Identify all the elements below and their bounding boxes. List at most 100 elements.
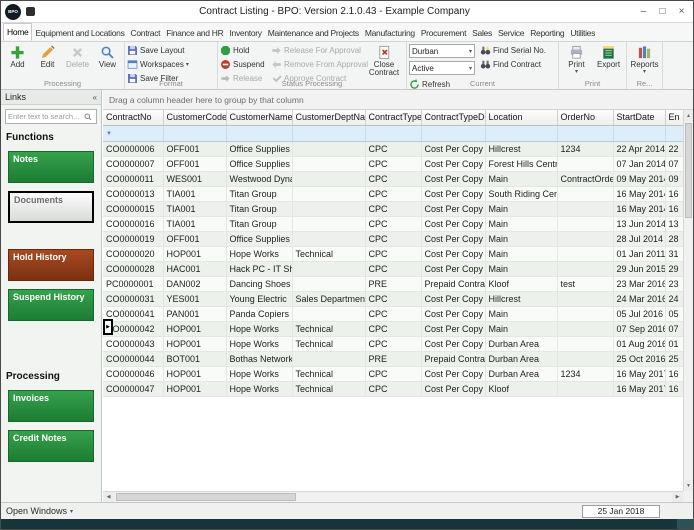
find-contract-button[interactable]: Find Contract [480, 58, 556, 70]
filter-cell[interactable] [226, 125, 293, 142]
table-row[interactable]: CO0000028HAC001Hack PC - IT Shop CPCCost … [103, 261, 683, 277]
table-cell[interactable]: HAC001 [163, 261, 227, 277]
vertical-scrollbar[interactable]: ▲ ▼ [683, 110, 693, 491]
table-cell[interactable]: PAN001 [163, 306, 227, 322]
table-cell[interactable]: CO0000044 [103, 351, 164, 367]
site-filter-select[interactable]: Durban ▾ [409, 44, 475, 58]
sidebar-item-credit-notes[interactable]: Credit Notes [8, 430, 94, 462]
table-cell[interactable]: 22 Apr 2014 [613, 141, 666, 157]
table-row[interactable]: PC0000001 DAN002 Dancing Shoes PRE Prepaid C… [103, 276, 683, 292]
table-cell[interactable]: Kloof [485, 381, 558, 397]
column-header-customername[interactable]: CustomerName [226, 110, 293, 126]
tab-inventory[interactable]: Inventory [226, 25, 264, 41]
table-cell[interactable]: Prepaid Contract [421, 276, 486, 292]
column-header-contracttypedesc[interactable]: ContractTypeDesc [421, 110, 486, 126]
release-for-approval-button[interactable]: Release For Approval [271, 44, 363, 56]
table-cell[interactable] [292, 201, 366, 217]
close-contract-button[interactable]: Close Contract [364, 44, 404, 78]
table-cell[interactable]: Cost Per Copy [421, 306, 486, 322]
table-cell[interactable]: CPC [365, 141, 422, 157]
table-cell[interactable]: 07 Jan 2014 [613, 156, 666, 172]
table-row[interactable]: CO0000006OFF001Office Supplies Unli... CP… [103, 141, 683, 157]
table-cell[interactable]: ContractOrderNo [557, 171, 614, 187]
table-cell[interactable]: CO0000043 [103, 336, 164, 352]
table-cell[interactable]: Technical [292, 321, 366, 337]
table-cell[interactable] [292, 141, 366, 157]
table-cell[interactable]: Kloof [485, 276, 558, 292]
column-header-customerdeptname[interactable]: CustomerDeptName [292, 110, 366, 126]
table-cell[interactable]: CPC [365, 186, 422, 202]
table-row[interactable]: CO0000043 HOP001 Hope Works Technical CPC Cos… [103, 336, 683, 352]
table-cell[interactable]: TIA001 [163, 201, 227, 217]
table-row[interactable]: CO0000047 HOP001 Hope Works Technical CPC Cos… [103, 381, 683, 397]
table-cell[interactable]: OFF001 [163, 231, 227, 247]
table-cell[interactable] [292, 276, 366, 292]
column-header-startdate[interactable]: StartDate [613, 110, 666, 126]
table-cell[interactable] [557, 321, 614, 337]
table-cell[interactable] [557, 336, 614, 352]
horizontal-scroll-thumb[interactable] [116, 493, 296, 501]
table-cell[interactable]: 16 May 2017 [613, 366, 666, 382]
table-cell[interactable]: Cost Per Copy [421, 141, 486, 157]
column-header-location[interactable]: Location [485, 110, 558, 126]
edit-button[interactable]: Edit [33, 44, 62, 69]
table-cell[interactable]: 01 [665, 336, 683, 352]
table-cell[interactable]: 1234 [557, 141, 614, 157]
print-button[interactable]: Print ▾ [561, 44, 592, 76]
table-cell[interactable]: Main [485, 246, 558, 262]
table-cell[interactable]: CPC [365, 291, 422, 307]
add-button[interactable]: Add [3, 44, 32, 69]
sidebar-item-suspend-history[interactable]: Suspend History [8, 289, 94, 321]
horizontal-scrollbar[interactable]: ◀ ▶ [103, 491, 683, 502]
table-cell[interactable]: CPC [365, 201, 422, 217]
table-cell[interactable] [292, 171, 366, 187]
table-cell[interactable]: Durban Area [485, 351, 558, 367]
table-cell[interactable]: CPC [365, 306, 422, 322]
table-cell[interactable]: 05 Jul 2016 [613, 306, 666, 322]
tab-home[interactable]: Home [3, 23, 33, 41]
table-cell[interactable]: 09 [665, 171, 683, 187]
table-cell[interactable]: YES001 [163, 291, 227, 307]
table-cell[interactable]: CO0000006 [103, 141, 164, 157]
table-cell[interactable]: 07 Sep 2016 [613, 321, 666, 337]
table-cell[interactable]: Panda Copiers [226, 306, 293, 322]
table-cell[interactable]: Hack PC - IT Shop [226, 261, 293, 277]
table-cell[interactable]: Titan Group [226, 186, 293, 202]
open-windows-button[interactable]: Open Windows ▾ [6, 506, 73, 516]
table-cell[interactable]: Cost Per Copy [421, 156, 486, 172]
table-cell[interactable]: Sales Department [292, 291, 366, 307]
table-cell[interactable]: CO0000020 [103, 246, 164, 262]
tab-maintenance-and-projects[interactable]: Maintenance and Projects [265, 25, 362, 41]
sidebar-search-input[interactable] [8, 112, 84, 121]
table-cell[interactable]: 25 Oct 2016 [613, 351, 666, 367]
filter-cell[interactable]: ▼ [103, 125, 164, 142]
table-cell[interactable]: 13 [665, 216, 683, 232]
hold-button[interactable]: Hold [220, 44, 270, 56]
table-cell[interactable]: 16 May 2017 [613, 381, 666, 397]
table-cell[interactable]: Hope Works [226, 366, 293, 382]
view-button[interactable]: View [93, 44, 122, 69]
table-cell[interactable]: Young Electric [226, 291, 293, 307]
table-cell[interactable]: CO0000028 [103, 261, 164, 277]
vertical-scroll-thumb[interactable] [685, 123, 692, 218]
table-cell[interactable]: Main [485, 261, 558, 277]
table-cell[interactable]: PRE [365, 276, 422, 292]
table-cell[interactable]: Technical [292, 381, 366, 397]
filter-cell[interactable] [163, 125, 227, 142]
collapse-sidebar-icon[interactable]: « [93, 93, 97, 102]
table-row[interactable]: CO0000046 HOP001 Hope Works Technical CPC Cos… [103, 366, 683, 382]
table-cell[interactable]: Bothas Networking... [226, 351, 293, 367]
table-cell[interactable]: Cost Per Copy [421, 186, 486, 202]
table-row[interactable]: CO0000041 PAN001 Panda Copiers CPC Cost Per … [103, 306, 683, 322]
table-cell[interactable]: 24 [665, 291, 683, 307]
table-cell[interactable]: HOP001 [163, 321, 227, 337]
table-row[interactable]: CO0000019OFF001Office Supplies Unli... CP… [103, 231, 683, 247]
table-cell[interactable]: CPC [365, 366, 422, 382]
table-cell[interactable] [557, 231, 614, 247]
table-cell[interactable]: CPC [365, 246, 422, 262]
table-cell[interactable]: DAN002 [163, 276, 227, 292]
tab-contract[interactable]: Contract [128, 25, 164, 41]
table-cell[interactable] [557, 291, 614, 307]
table-cell[interactable]: Titan Group [226, 216, 293, 232]
table-cell[interactable]: Hope Works [226, 246, 293, 262]
